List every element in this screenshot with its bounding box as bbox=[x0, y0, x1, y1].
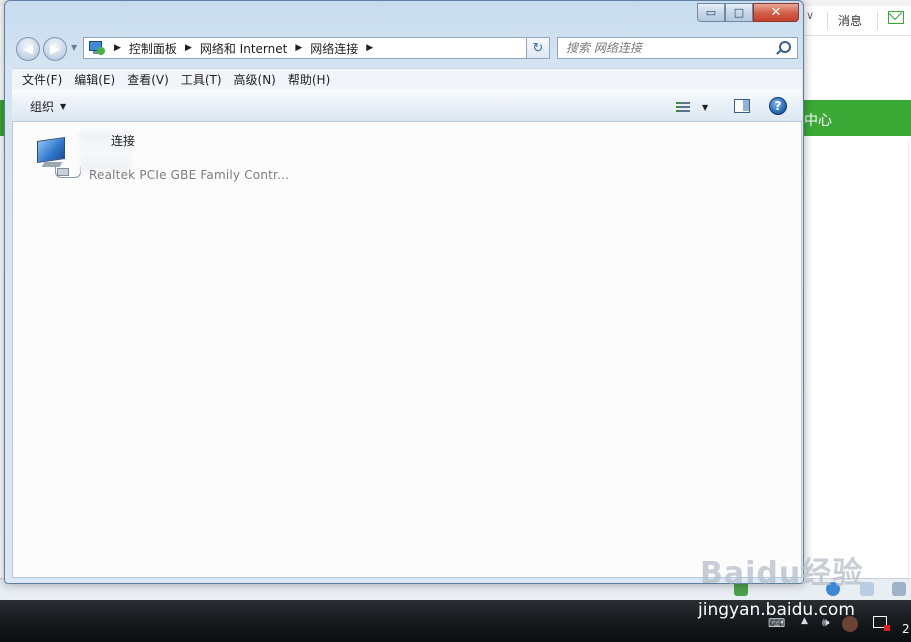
breadcrumb-control-panel[interactable]: 控制面板 bbox=[129, 40, 177, 57]
breadcrumb-network-connections[interactable]: 网络连接 bbox=[310, 40, 358, 57]
watermark-url: jingyan.baidu.com bbox=[698, 600, 855, 620]
breadcrumb-arrow-icon[interactable]: ▶ bbox=[295, 43, 302, 53]
menu-view[interactable]: 查看(V) bbox=[121, 71, 175, 88]
messages-link[interactable]: 消息 bbox=[838, 12, 862, 29]
preview-pane-icon[interactable] bbox=[734, 99, 750, 113]
green-banner-text: 中心 bbox=[804, 113, 832, 129]
command-bar: 组织 ▼ ▼ ? bbox=[12, 90, 802, 122]
organize-button[interactable]: 组织 ▼ bbox=[30, 98, 66, 115]
refresh-button[interactable]: ↻ bbox=[526, 37, 550, 59]
clock[interactable]: 2 bbox=[902, 622, 910, 636]
menu-tools[interactable]: 工具(T) bbox=[175, 71, 228, 88]
breadcrumb-arrow-icon[interactable]: ▶ bbox=[366, 43, 373, 53]
explorer-window: ▭ □ ✕ ◀ ▶ ▼ ▶ 控制面板 ▶ 网络和 Internet ▶ 网络连接… bbox=[4, 0, 804, 584]
menu-edit[interactable]: 编辑(E) bbox=[68, 71, 121, 88]
back-button[interactable]: ◀ bbox=[16, 37, 40, 61]
recent-pages-dropdown[interactable]: ▼ bbox=[71, 43, 77, 52]
refresh-icon: ↻ bbox=[532, 40, 544, 56]
view-options-icon bbox=[676, 101, 690, 113]
chevron-down-icon[interactable]: ∨ bbox=[806, 9, 814, 22]
address-bar[interactable]: ▶ 控制面板 ▶ 网络和 Internet ▶ 网络连接 ▶ ▼ bbox=[83, 37, 549, 59]
breadcrumb-arrow-icon[interactable]: ▶ bbox=[185, 43, 192, 53]
file-list-pane[interactable]: 连接 Realtek PCIe GBE Family Contr... bbox=[12, 122, 802, 578]
search-icon[interactable] bbox=[779, 41, 791, 53]
arrow-right-icon: ▶ bbox=[50, 41, 60, 57]
organize-label: 组织 bbox=[30, 99, 55, 114]
network-connection-icon bbox=[35, 136, 83, 180]
forward-button[interactable]: ▶ bbox=[43, 37, 67, 61]
network-status-icon[interactable] bbox=[873, 616, 890, 631]
background-divider bbox=[908, 140, 909, 590]
minimize-button[interactable]: ▭ bbox=[697, 3, 725, 22]
menu-file[interactable]: 文件(F) bbox=[16, 71, 68, 88]
menu-advanced[interactable]: 高级(N) bbox=[228, 71, 282, 88]
header-divider bbox=[827, 12, 828, 30]
mail-icon[interactable] bbox=[888, 11, 904, 24]
chevron-down-icon: ▼ bbox=[60, 101, 67, 111]
control-panel-icon bbox=[88, 39, 106, 57]
menu-help[interactable]: 帮助(H) bbox=[282, 71, 336, 88]
connection-name: 连接 bbox=[111, 134, 136, 148]
breadcrumb-arrow-icon[interactable]: ▶ bbox=[114, 43, 121, 53]
maximize-button[interactable]: □ bbox=[725, 3, 753, 22]
arrow-left-icon: ◀ bbox=[23, 41, 33, 57]
search-input[interactable] bbox=[566, 41, 771, 55]
caption-buttons: ▭ □ ✕ bbox=[697, 3, 799, 24]
menu-bar: 文件(F) 编辑(E) 查看(V) 工具(T) 高级(N) 帮助(H) bbox=[12, 68, 802, 90]
list-item[interactable]: 连接 Realtek PCIe GBE Family Contr... bbox=[31, 130, 291, 184]
search-box[interactable] bbox=[557, 37, 798, 59]
help-icon[interactable]: ? bbox=[769, 97, 787, 115]
breadcrumb-network-internet[interactable]: 网络和 Internet bbox=[200, 40, 287, 57]
connection-device: Realtek PCIe GBE Family Contr... bbox=[89, 168, 290, 182]
chevron-down-icon: ▼ bbox=[702, 102, 709, 112]
watermark-logo: Baidu经验 bbox=[700, 556, 864, 591]
header-divider bbox=[877, 12, 878, 30]
close-button[interactable]: ✕ bbox=[753, 3, 799, 22]
change-view-button[interactable]: ▼ bbox=[676, 99, 716, 115]
tray-speaker-icon[interactable] bbox=[892, 582, 906, 596]
